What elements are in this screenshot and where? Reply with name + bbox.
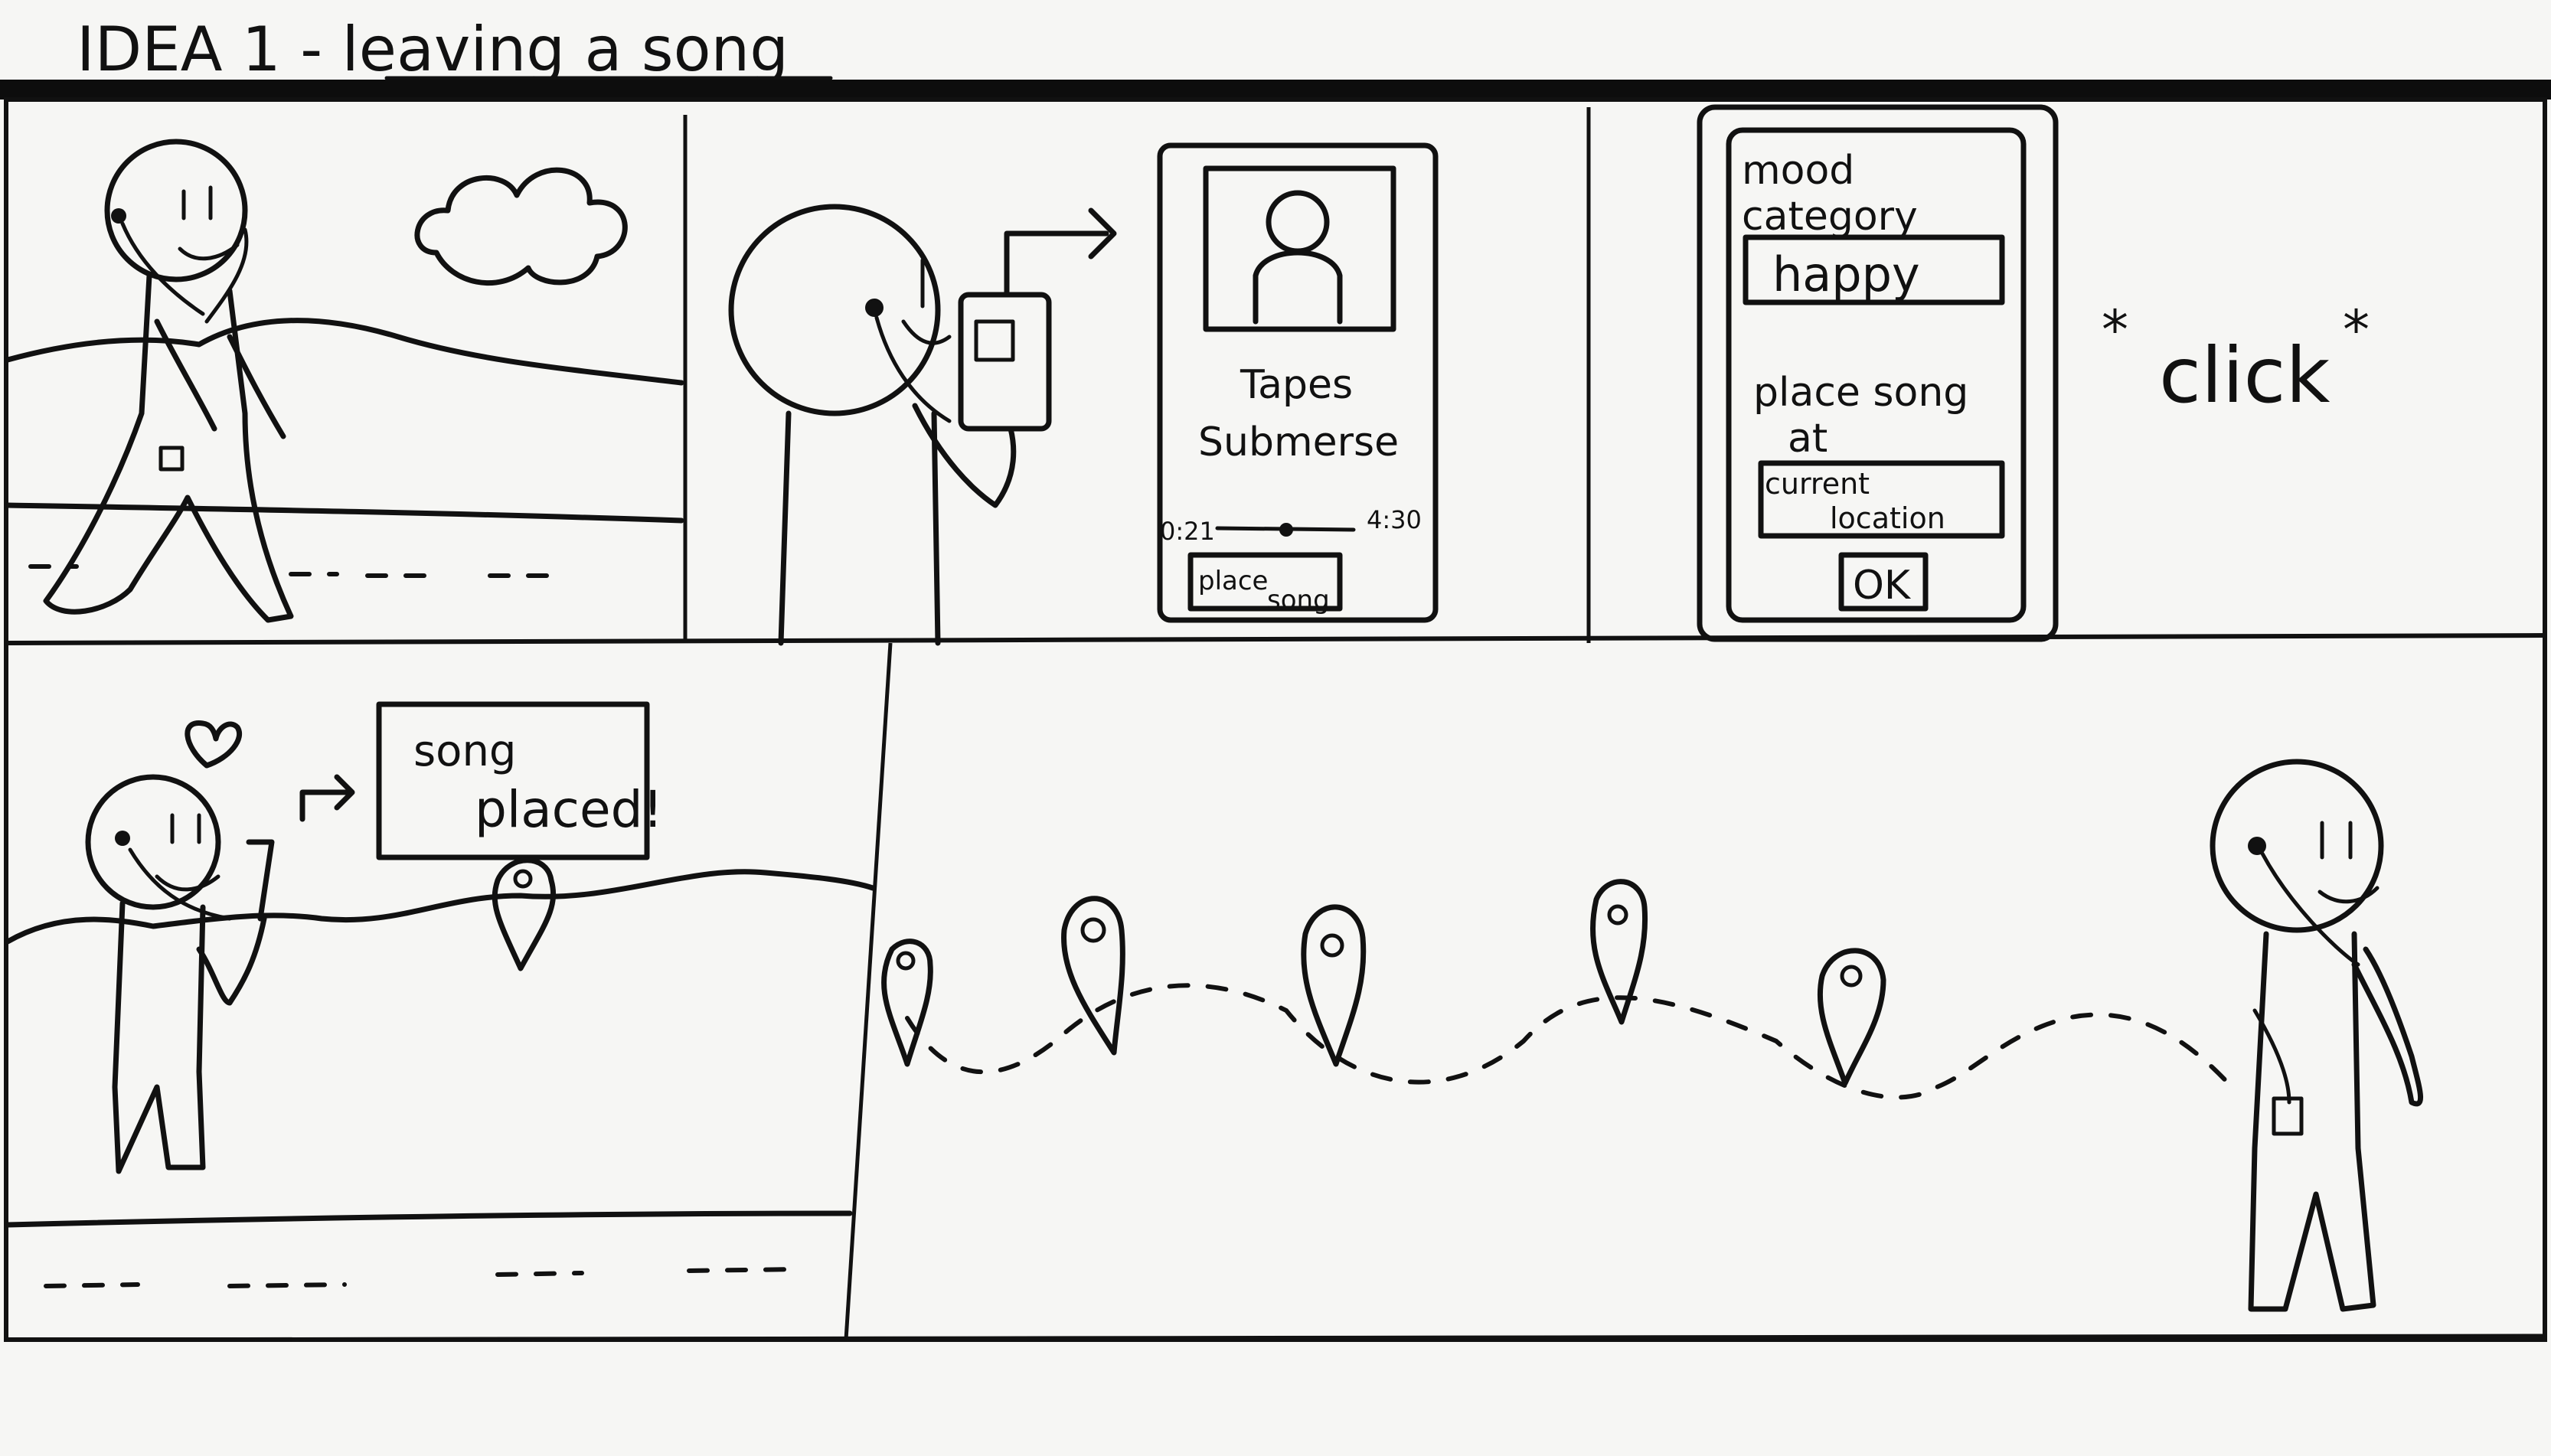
storyboard-title: IDEA 1 - leaving a song (77, 14, 789, 85)
time-start: 0:21 (1160, 517, 1215, 546)
place-label-2: at (1788, 416, 1828, 462)
time-end: 4:30 (1367, 505, 1422, 534)
ok-label: OK (1853, 563, 1912, 609)
place-song-label-2: song (1267, 585, 1330, 615)
place-song-label-1: place (1198, 566, 1268, 596)
location-value-1: current (1765, 467, 1870, 501)
click-text: click (2159, 331, 2331, 420)
click-star-right: * (2343, 299, 2370, 361)
mood-label-1: mood (1742, 148, 1854, 194)
song-title: Tapes (1240, 362, 1353, 408)
place-label-1: place song (1753, 370, 1968, 416)
confirm-text-2: placed! (475, 780, 663, 839)
confirm-text-1: song (413, 726, 516, 776)
mood-value: happy (1772, 246, 1920, 302)
progress-knob[interactable] (1279, 523, 1293, 537)
top-rule (0, 80, 2551, 100)
storyboard: IDEA 1 - leaving a song Tapes Submerse 0… (0, 0, 2551, 1456)
click-star-left: * (2102, 299, 2128, 361)
location-value-2: location (1830, 501, 1945, 535)
song-artist: Submerse (1198, 419, 1399, 465)
mood-label-2: category (1742, 194, 1918, 240)
